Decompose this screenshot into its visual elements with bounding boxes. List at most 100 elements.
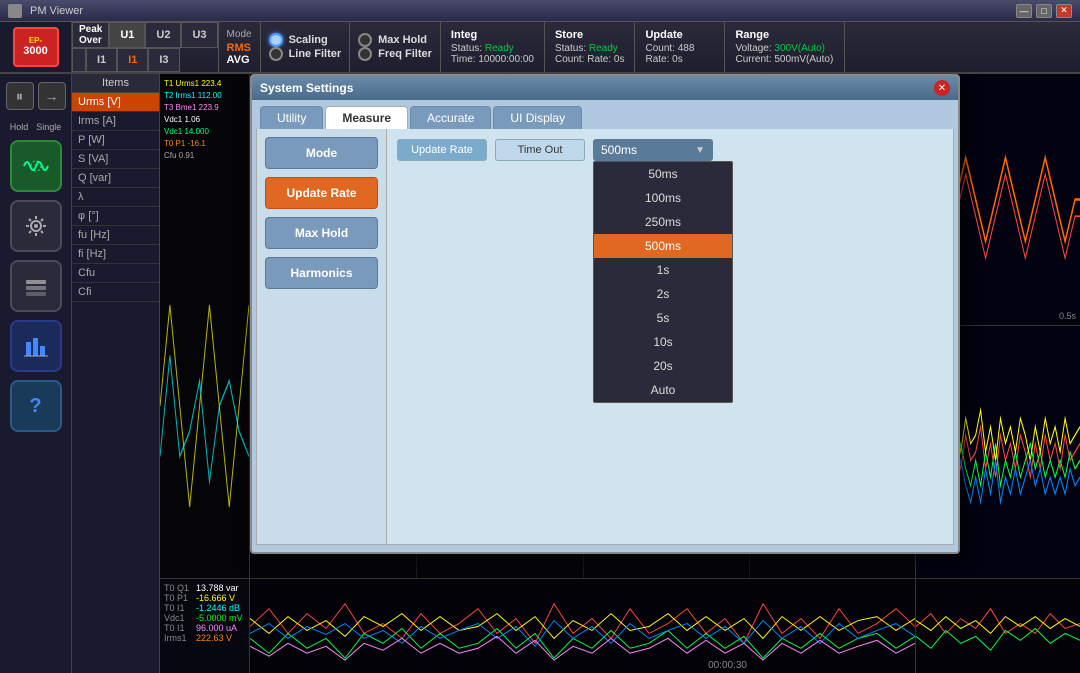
ch-i1b[interactable]: I1: [117, 48, 148, 72]
store-label: Store: [555, 29, 625, 41]
channel-spacer: [72, 48, 86, 72]
data-val-5: 96.000 uA: [196, 623, 237, 633]
store-status-val: Ready: [589, 43, 618, 54]
dropdown-item-1s[interactable]: 1s: [594, 258, 732, 282]
ch-u2[interactable]: U2: [145, 22, 181, 48]
dropdown-item-2s[interactable]: 2s: [594, 282, 732, 306]
integ-time: Time: 10000:00:00: [451, 54, 534, 65]
timeout-label-btn[interactable]: Time Out: [495, 139, 585, 161]
item-row-lambda[interactable]: λ: [72, 188, 159, 207]
hold-label: Hold: [10, 122, 29, 132]
dialog-nav-update-rate[interactable]: Update Rate: [265, 177, 378, 209]
item-row-cfi[interactable]: Cfi: [72, 283, 159, 302]
dropdown-header[interactable]: 500ms ▼: [593, 139, 713, 161]
data-key-2: T0 P1: [164, 593, 192, 603]
logo-box: EP- 3000: [13, 27, 59, 67]
integ-status: Status: Ready: [451, 43, 534, 54]
dialog-tab-accurate[interactable]: Accurate: [410, 106, 491, 129]
integ-label: Integ: [451, 29, 534, 41]
dialog-close-button[interactable]: ✕: [934, 80, 950, 96]
dropdown-item-auto[interactable]: Auto: [594, 378, 732, 402]
main-content: ⏸ → Hold Single: [0, 74, 1080, 673]
mode-rms[interactable]: RMS: [227, 42, 252, 54]
data-labels-panel: T0 Q1 13.788 var T0 P1 -16.666 V T0 I1 -…: [160, 579, 250, 673]
line-filter-toggle[interactable]: Line Filter: [269, 47, 342, 61]
maxhold-dot: [358, 33, 372, 47]
val-t5: Vdc1 14.000: [164, 126, 245, 138]
hold-button[interactable]: ⏸: [6, 82, 34, 110]
data-row-1: T0 Q1 13.788 var: [164, 583, 245, 593]
dialog-nav-max-hold[interactable]: Max Hold: [265, 217, 378, 249]
update-label: Update: [645, 29, 714, 41]
dropdown-item-10s[interactable]: 10s: [594, 330, 732, 354]
items-panel: Items Urms [V] Irms [A] P [W] S [VA] Q […: [72, 74, 160, 673]
dropdown-item-100ms[interactable]: 100ms: [594, 186, 732, 210]
update-rate-key: Rate:: [645, 54, 669, 65]
range-label: Range: [735, 29, 834, 41]
sidebar-waveform-btn[interactable]: [10, 140, 62, 192]
range-current: Current: 500mV(Auto): [735, 54, 834, 65]
bottom-timestamp: 00:00:30: [708, 660, 747, 671]
ch-i1a[interactable]: I1: [86, 48, 117, 72]
update-rate-label-btn[interactable]: Update Rate: [397, 139, 487, 161]
ch-u3[interactable]: U3: [181, 22, 217, 48]
data-val-2: -16.666 V: [196, 593, 235, 603]
data-val-4: -5.0000 mV: [196, 613, 243, 623]
settings-icon: [22, 212, 50, 240]
store-count: Count: Rate: 0s: [555, 54, 625, 65]
data-key-3: T0 I1: [164, 603, 192, 613]
mode-avg[interactable]: AVG: [227, 54, 252, 66]
window-controls: — □ ✕: [1016, 4, 1072, 18]
bottom-wave-svg: [250, 579, 915, 673]
data-key-6: Irms1: [164, 633, 192, 643]
store-count-val: Rate: 0s: [587, 54, 624, 65]
left-sidebar: ⏸ → Hold Single: [0, 74, 72, 673]
range-voltage-val: 300V(Auto): [774, 43, 825, 54]
bottom-data-strip: 2023-11-28 18:06:56 ≡ SUITA T0 Q1 13.788…: [72, 578, 1080, 673]
minimize-button[interactable]: —: [1016, 4, 1032, 18]
item-row-fu[interactable]: fu [Hz]: [72, 226, 159, 245]
scaling-section: Scaling Line Filter: [261, 22, 351, 72]
dialog-tab-utility[interactable]: Utility: [260, 106, 323, 129]
item-row-phi[interactable]: φ [°]: [72, 207, 159, 226]
item-row-q[interactable]: Q [var]: [72, 169, 159, 188]
data-row-3: T0 I1 -1.2446 dB: [164, 603, 245, 613]
integ-section: Integ Status: Ready Time: 10000:00:00: [441, 22, 545, 72]
item-row-p[interactable]: P [W]: [72, 131, 159, 150]
dropdown-item-5s[interactable]: 5s: [594, 306, 732, 330]
sidebar-layers-btn[interactable]: [10, 260, 62, 312]
dialog-tab-ui-display[interactable]: UI Display: [493, 106, 582, 129]
item-row-s[interactable]: S [VA]: [72, 150, 159, 169]
maximize-button[interactable]: □: [1036, 4, 1052, 18]
dropdown-item-250ms[interactable]: 250ms: [594, 210, 732, 234]
data-row-5: T0 I1 96.000 uA: [164, 623, 245, 633]
dropdown-item-50ms[interactable]: 50ms: [594, 162, 732, 186]
dialog-nav-harmonics[interactable]: Harmonics: [265, 257, 378, 289]
sidebar-help-btn[interactable]: ?: [10, 380, 62, 432]
scaling-toggle[interactable]: Scaling: [269, 33, 342, 47]
freq-filter-toggle[interactable]: Freq Filter: [358, 47, 432, 61]
data-row-4: Vdc1 -5.0000 mV: [164, 613, 245, 623]
ch-i3[interactable]: I3: [148, 48, 179, 72]
item-row-fi[interactable]: fi [Hz]: [72, 245, 159, 264]
item-row-urms[interactable]: Urms [V]: [72, 93, 159, 112]
scaling-dot: [269, 33, 283, 47]
dropdown-item-20s[interactable]: 20s: [594, 354, 732, 378]
rate-dropdown[interactable]: 500ms ▼ 50ms 100ms 250ms 500ms 1s 2s 5s: [593, 139, 713, 161]
item-row-irms[interactable]: Irms [A]: [72, 112, 159, 131]
dropdown-item-500ms[interactable]: 500ms: [594, 234, 732, 258]
single-button[interactable]: →: [38, 82, 66, 110]
dialog-title: System Settings: [260, 81, 353, 95]
data-val-3: -1.2446 dB: [196, 603, 240, 613]
dialog-titlebar: System Settings ✕: [252, 76, 958, 100]
item-row-cfu[interactable]: Cfu: [72, 264, 159, 283]
maxhold-toggle[interactable]: Max Hold: [358, 33, 432, 47]
integ-status-val: Ready: [485, 43, 514, 54]
ch-u1[interactable]: U1: [109, 22, 145, 48]
dialog-nav-mode[interactable]: Mode: [265, 137, 378, 169]
sidebar-chart-btn[interactable]: [10, 320, 62, 372]
close-window-button[interactable]: ✕: [1056, 4, 1072, 18]
dialog-tab-measure[interactable]: Measure: [325, 106, 408, 129]
maxhold-label: Max Hold: [378, 34, 427, 46]
sidebar-settings-btn[interactable]: [10, 200, 62, 252]
